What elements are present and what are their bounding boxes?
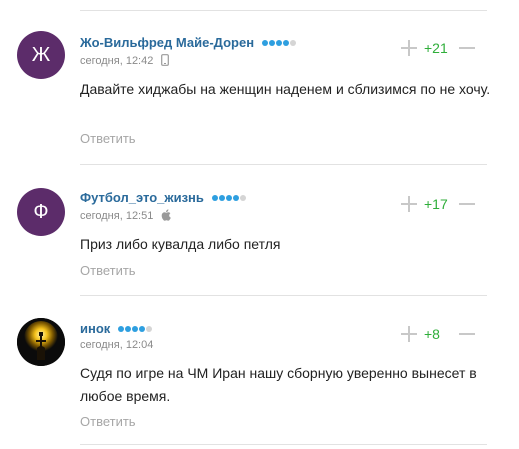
author-link[interactable]: Футбол_это_жизнь [80,190,204,205]
avatar[interactable] [17,318,65,366]
rating-dot [124,326,131,332]
comment-text: Судя по игре на ЧМ Иран нашу сборную уве… [80,365,477,404]
timestamp: сегодня, 12:42 [80,55,154,67]
rating-dot-empty [145,326,152,332]
comment-text: Приз либо кувалда либо петля [80,236,281,252]
comment-meta: сегодня, 12:04 [80,339,153,351]
avatar[interactable]: Ж [17,31,65,79]
avatar-letter: Ф [33,200,49,223]
upvote-button[interactable] [401,196,417,212]
divider [80,10,487,11]
author-name[interactable]: инок [80,320,153,336]
author-link[interactable]: Жо-Вильфред Майе-Дорен [80,35,254,50]
comment-text: Давайте хиджабы на женщин наденем и сбли… [80,81,491,97]
divider [80,444,487,445]
rating-dot [261,40,268,46]
comment-meta: сегодня, 12:42 [80,54,170,69]
avatar-photo [17,318,65,366]
score: +17 [424,196,448,212]
avatar[interactable]: Ф [17,188,65,236]
rating-dot [131,326,138,332]
author-name[interactable]: Футбол_это_жизнь [80,189,247,205]
rating-dots [211,189,247,204]
rating-dot [117,326,124,332]
apple-icon [161,209,172,224]
rating-dots [117,320,153,335]
rating-dot [268,40,275,46]
avatar-letter: Ж [31,43,51,66]
rating-dot [218,195,225,201]
score: +21 [424,40,448,56]
rating-dot [211,195,218,201]
rating-dot [232,195,239,201]
reply-button[interactable]: Ответить [80,131,136,146]
author-name[interactable]: Жо-Вильфред Майе-Дорен [80,34,297,50]
downvote-button[interactable] [459,326,475,342]
upvote-button[interactable] [401,40,417,56]
rating-dot [138,326,145,332]
rating-dot-empty [289,40,296,46]
comment-meta: сегодня, 12:51 [80,209,172,224]
rating-dots [261,34,297,49]
divider [80,164,487,165]
reply-button[interactable]: Ответить [80,414,136,429]
author-link[interactable]: инок [80,321,110,336]
score: +8 [424,326,440,342]
downvote-button[interactable] [459,196,475,212]
mobile-phone-icon [161,54,170,69]
rating-dot [275,40,282,46]
upvote-button[interactable] [401,326,417,342]
divider [80,295,487,296]
timestamp: сегодня, 12:04 [80,339,154,351]
rating-dot [225,195,232,201]
comments-feed: Ж Жо-Вильфред Майе-Дорен сегодня, 12:42 … [0,0,519,449]
rating-dot-empty [239,195,246,201]
downvote-button[interactable] [459,40,475,56]
reply-button[interactable]: Ответить [80,263,136,278]
timestamp: сегодня, 12:51 [80,210,154,222]
rating-dot [282,40,289,46]
